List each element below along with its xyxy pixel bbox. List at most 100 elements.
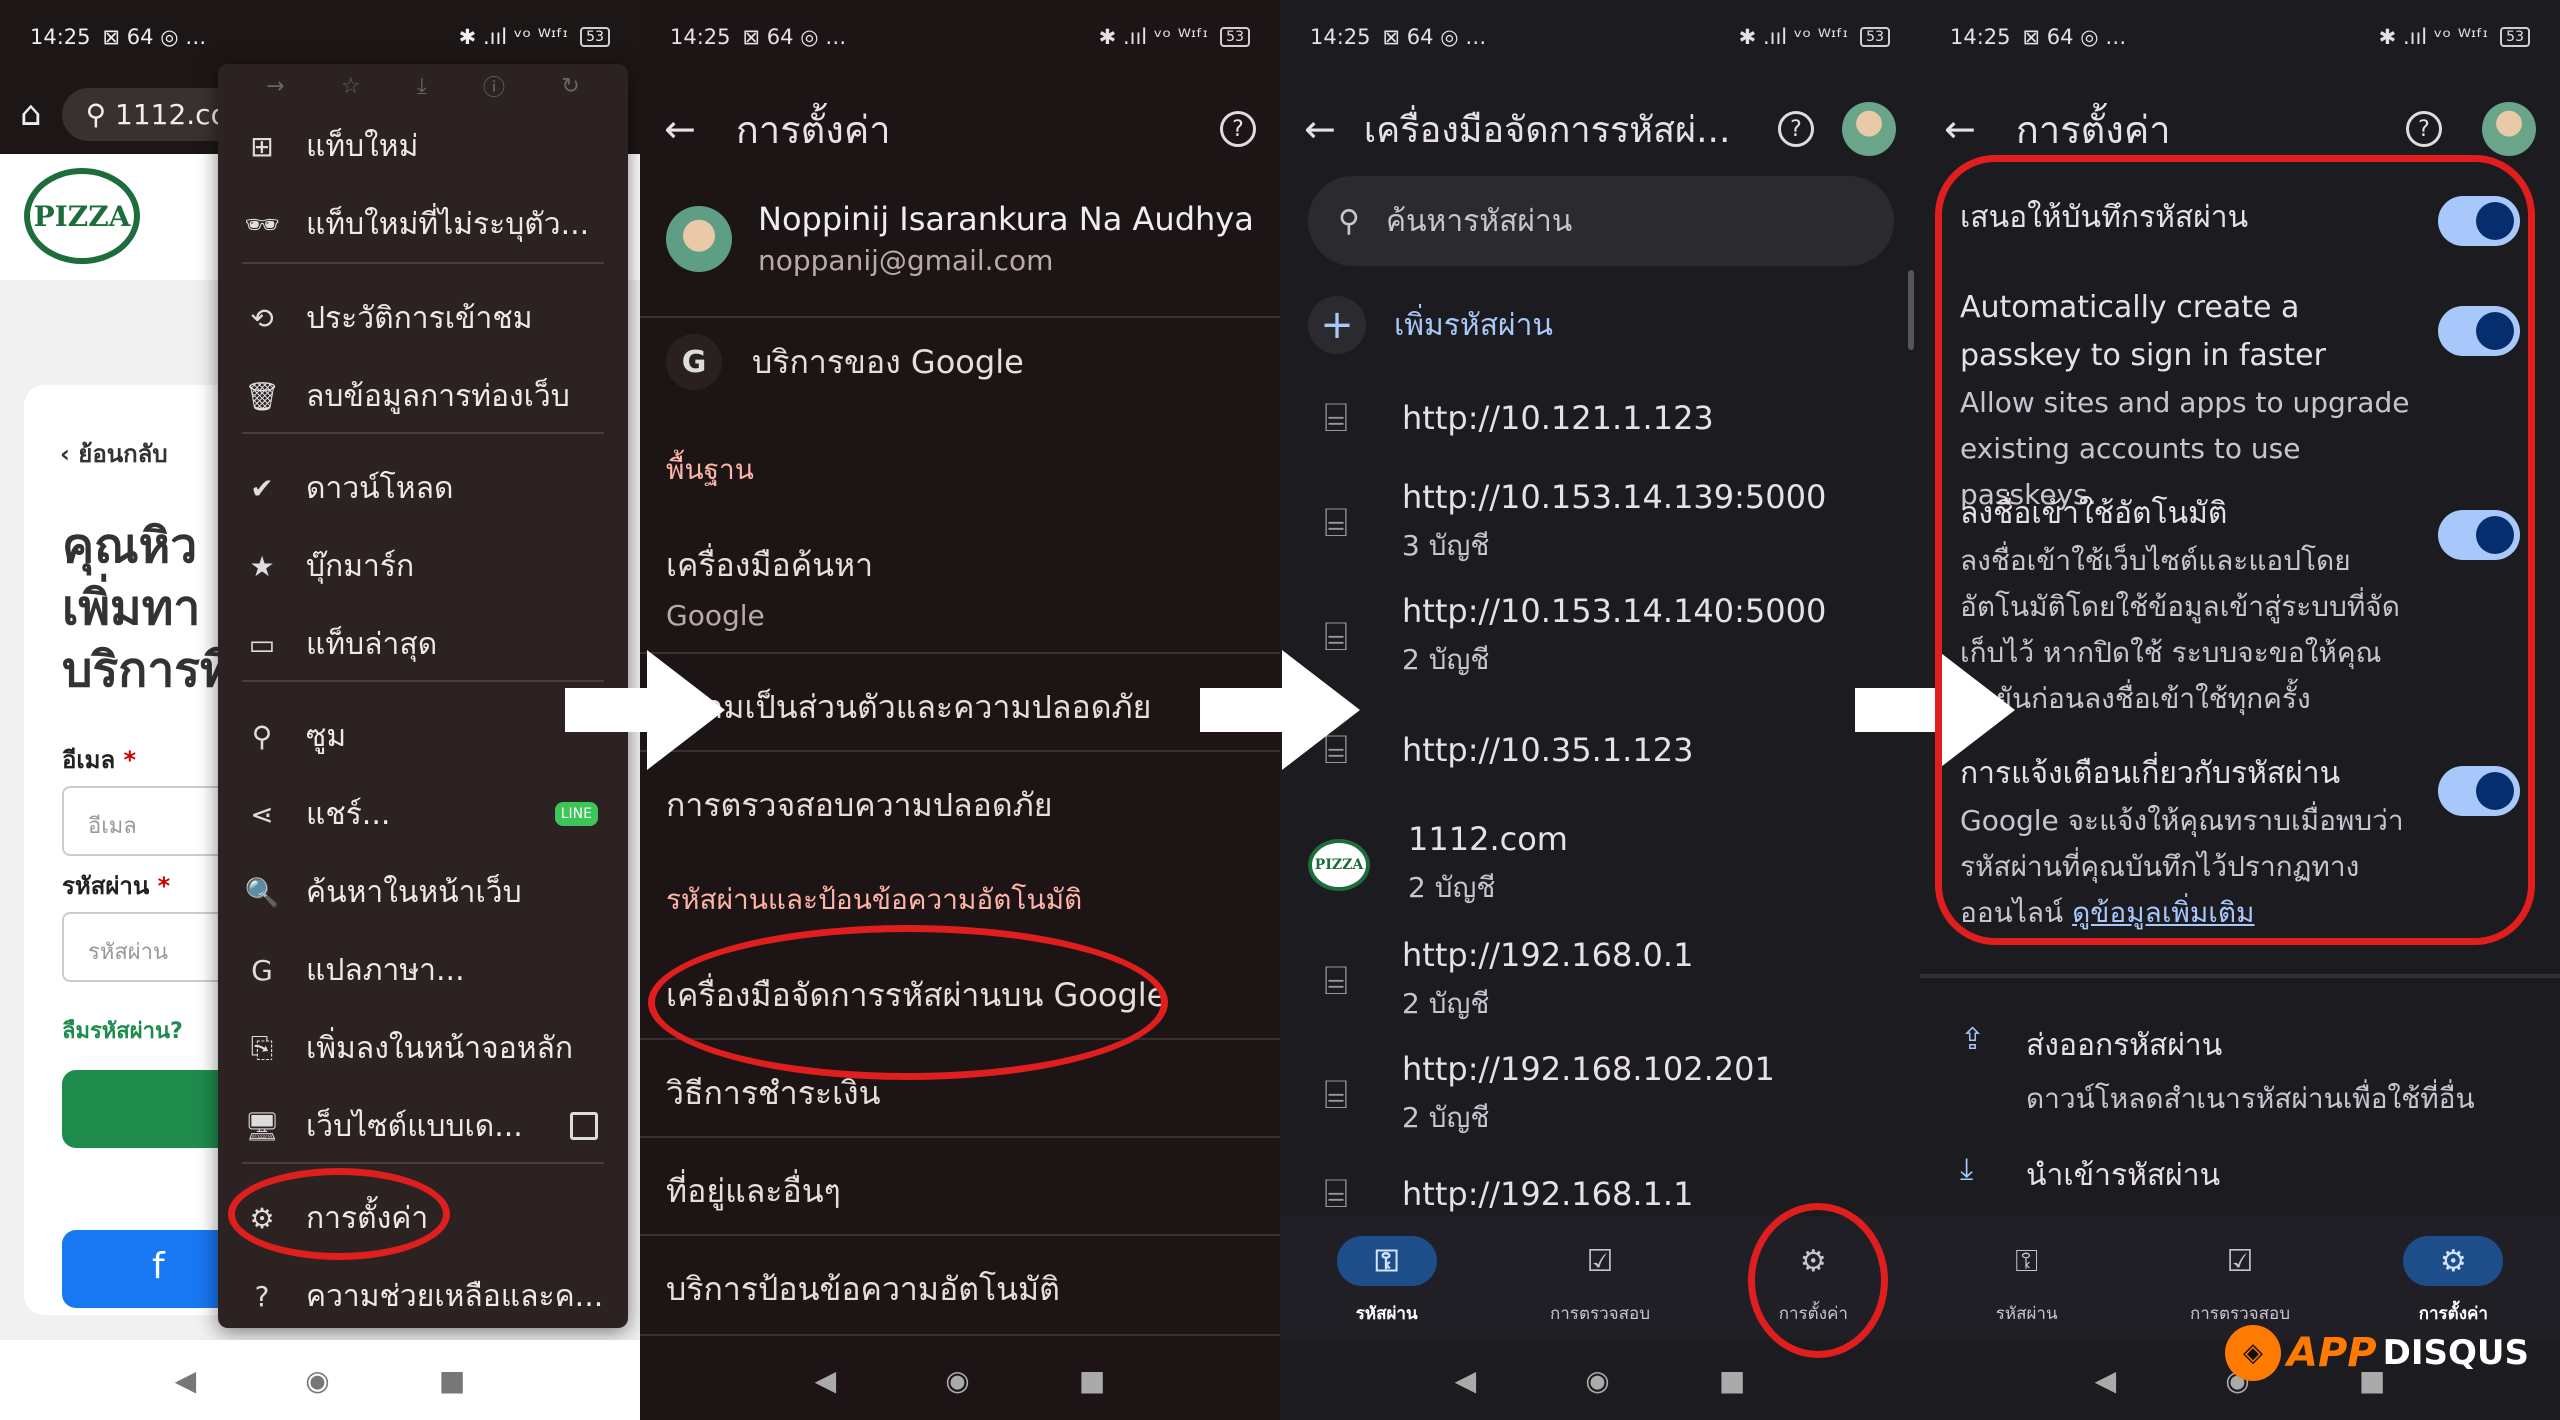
download-page-icon[interactable]: ⤓ bbox=[417, 74, 427, 99]
password-list-item[interactable]: ⌸ http://192.168.1.1 bbox=[1308, 1166, 1693, 1222]
nav-recents-icon[interactable]: ■ bbox=[439, 1364, 465, 1397]
info-icon[interactable]: ⓘ bbox=[483, 70, 505, 102]
nav-recents-icon[interactable]: ■ bbox=[1079, 1364, 1105, 1397]
menu-toolbar: → ☆ ⤓ ⓘ ↻ bbox=[218, 64, 628, 108]
status-time: 14:25 bbox=[670, 25, 731, 49]
history-icon: ⟲ bbox=[250, 301, 274, 335]
menu-item-help[interactable]: ? ความช่วยเหลือและค... bbox=[218, 1258, 628, 1334]
forward-icon[interactable]: → bbox=[266, 74, 284, 99]
account-row[interactable]: Noppinij Isarankura Na Audhya noppanij@g… bbox=[666, 200, 1254, 277]
upload-icon: ⇪ bbox=[1960, 1022, 1986, 1057]
page-title: การตั้งค่า bbox=[2015, 107, 2171, 152]
password-list-item[interactable]: ⌸ http://192.168.0.1 2 บัญชี bbox=[1308, 936, 1693, 1026]
privacy-row[interactable]: ความเป็นส่วนตัวและความปลอดภัย bbox=[640, 682, 1280, 733]
router-icon: ⌸ bbox=[1324, 500, 1348, 546]
nav-home-icon[interactable]: ◉ bbox=[305, 1364, 329, 1397]
password-list-item[interactable]: PIZZA 1112.com 2 บัญชี bbox=[1308, 820, 1568, 910]
menu-item-history[interactable]: ⟲ ประวัติการเข้าชม bbox=[218, 280, 628, 356]
help-icon[interactable]: ? bbox=[1778, 111, 1814, 147]
required-mark: * bbox=[157, 872, 171, 900]
menu-item-translate[interactable]: G แปลภาษา... bbox=[218, 932, 628, 1008]
panel-settings: 14:25 ⊠ 64 ◎ … ✱ .ııl ᵛᵒ ᵂᶦᶠᶦ 53 ← การตั้ง… bbox=[640, 0, 1280, 1420]
checkup-icon: ☑ bbox=[2226, 1243, 2254, 1279]
star-icon: ★ bbox=[249, 549, 275, 583]
home-icon[interactable]: ⌂ bbox=[20, 94, 42, 134]
tab-settings[interactable]: ⚙ การตั้งค่า bbox=[2347, 1216, 2560, 1340]
menu-item-star[interactable]: ★ บุ๊กมาร์ก bbox=[218, 528, 628, 604]
email-label: อีเมล * bbox=[62, 740, 136, 779]
tab-passwords[interactable]: ⚿ รหัสผ่าน bbox=[1280, 1216, 1493, 1340]
line-app-icon[interactable]: LINE bbox=[554, 802, 598, 826]
menu-item-label: แท็บใหม่ที่ไม่ระบุตัว... bbox=[306, 206, 590, 242]
menu-item-download[interactable]: ✔ ดาวน์โหลด bbox=[218, 450, 628, 526]
nav-back-icon[interactable]: ◀ bbox=[2095, 1364, 2117, 1397]
checkup-icon: ☑ bbox=[1586, 1243, 1614, 1279]
app-bar: ← เครื่องมือจัดการรหัสผ่... ? bbox=[1280, 74, 1920, 184]
tab-passwords[interactable]: ⚿ รหัสผ่าน bbox=[1920, 1216, 2133, 1340]
watermark-app: APP bbox=[2287, 1330, 2377, 1376]
status-bar: 14:25 ⊠ 64 ◎ … ✱ .ııl ᵛᵒ ᵂᶦᶠᶦ 53 bbox=[640, 0, 1280, 74]
zoom-icon: ⚲ bbox=[251, 719, 273, 753]
safety-check-row[interactable]: การตรวจสอบความปลอดภัย bbox=[640, 780, 1280, 831]
avatar[interactable] bbox=[2482, 102, 2536, 156]
pizza-logo[interactable]: PIZZA bbox=[24, 168, 140, 264]
password-list-item[interactable]: ⌸ http://10.121.1.123 bbox=[1308, 390, 1714, 446]
export-passwords-row[interactable]: ⇪ ส่งออกรหัสผ่าน ดาวน์โหลดสำเนารหัสผ่านเ… bbox=[1960, 1022, 2475, 1121]
search-engine-row[interactable]: เครื่องมือค้นหา Google bbox=[640, 540, 1280, 632]
menu-item-plus-square[interactable]: ⊞ แท็บใหม่ bbox=[218, 108, 628, 184]
tab-checkup[interactable]: ☑ การตรวจสอบ bbox=[1493, 1216, 1706, 1340]
menu-item-share[interactable]: ⋖ แชร์... LINE bbox=[218, 776, 628, 852]
divider bbox=[640, 1234, 1280, 1236]
desktop-icon: 🖥 bbox=[244, 1109, 280, 1143]
status-time: 14:25 bbox=[1310, 25, 1371, 49]
back-link[interactable]: ‹ ย้อนกลับ bbox=[60, 434, 168, 473]
help-icon[interactable]: ? bbox=[2406, 111, 2442, 147]
password-account-count: 2 บัญชี bbox=[1402, 987, 1490, 1020]
nav-back-icon[interactable]: ◀ bbox=[175, 1364, 197, 1397]
forgot-password-link[interactable]: ลืมรหัสผ่าน? bbox=[62, 1013, 183, 1048]
menu-item-desktop[interactable]: 🖥 เว็บไซต์แบบเด... bbox=[218, 1088, 628, 1164]
menu-item-label: ประวัติการเข้าชม bbox=[306, 300, 533, 336]
recent-tabs-icon: ▭ bbox=[248, 627, 276, 661]
back-arrow-icon[interactable]: ← bbox=[664, 107, 696, 151]
divider bbox=[640, 1136, 1280, 1138]
find-in-page-icon: 🔍 bbox=[244, 875, 280, 909]
menu-item-incognito[interactable]: 🕶 แท็บใหม่ที่ไม่ระบุตัว... bbox=[218, 186, 628, 262]
nav-home-icon[interactable]: ◉ bbox=[1585, 1364, 1609, 1397]
import-title: นำเข้ารหัสผ่าน bbox=[2026, 1158, 2221, 1193]
password-list-item[interactable]: ⌸ http://192.168.102.201 2 บัญชี bbox=[1308, 1050, 1775, 1140]
menu-item-trash[interactable]: 🗑 ลบข้อมูลการท่องเว็บ bbox=[218, 358, 628, 434]
nav-back-icon[interactable]: ◀ bbox=[1455, 1364, 1477, 1397]
help-icon[interactable]: ? bbox=[1220, 111, 1256, 147]
password-list-item[interactable]: ⌸ http://10.153.14.140:5000 2 บัญชี bbox=[1308, 592, 1826, 682]
signal-icon: ✱ .ııl ᵛᵒ ᵂᶦᶠᶦ bbox=[1098, 25, 1209, 49]
autofill-service-row[interactable]: บริการป้อนข้อความอัตโนมัติ bbox=[640, 1264, 1280, 1315]
add-password-button[interactable]: + เพิ่มรหัสผ่าน bbox=[1308, 296, 1553, 354]
desktop-site-checkbox[interactable] bbox=[570, 1112, 598, 1140]
nav-home-icon[interactable]: ◉ bbox=[945, 1364, 969, 1397]
highlight-password-settings bbox=[1935, 155, 2535, 945]
nav-recents-icon[interactable]: ■ bbox=[1719, 1364, 1745, 1397]
refresh-icon[interactable]: ↻ bbox=[561, 74, 579, 99]
addresses-row[interactable]: ที่อยู่และอื่นๆ bbox=[640, 1166, 1280, 1217]
import-passwords-row[interactable]: ⤓ นำเข้ารหัสผ่าน bbox=[1960, 1152, 2220, 1199]
status-bar: 14:25 ⊠ 64 ◎ … ✱ .ııl ᵛᵒ ᵂᶦᶠᶦ 53 bbox=[1920, 0, 2560, 74]
back-arrow-icon[interactable]: ← bbox=[1304, 107, 1336, 151]
search-input[interactable]: ⚲ ค้นหารหัสผ่าน bbox=[1308, 176, 1894, 266]
menu-item-add-to-home[interactable]: ⎘ เพิ่มลงในหน้าจอหลัก bbox=[218, 1010, 628, 1086]
password-list-item[interactable]: ⌸ http://10.35.1.123 bbox=[1308, 722, 1693, 778]
appdisqus-logo-icon: ◈ bbox=[2225, 1325, 2281, 1381]
back-arrow-icon[interactable]: ← bbox=[1944, 107, 1976, 151]
scrollbar[interactable] bbox=[1908, 270, 1914, 350]
nav-back-icon[interactable]: ◀ bbox=[815, 1364, 837, 1397]
password-list-item[interactable]: ⌸ http://10.153.14.139:5000 3 บัญชี bbox=[1308, 478, 1826, 568]
menu-item-find-in-page[interactable]: 🔍 ค้นหาในหน้าเว็บ bbox=[218, 854, 628, 930]
system-nav-bar: ◀ ◉ ■ bbox=[640, 1340, 1280, 1420]
divider bbox=[1920, 974, 2560, 978]
status-time: 14:25 bbox=[30, 25, 91, 49]
google-services-row[interactable]: G บริการของ Google bbox=[666, 334, 1024, 390]
menu-item-label: ลบข้อมูลการท่องเว็บ bbox=[306, 378, 570, 414]
tab-checkup[interactable]: ☑ การตรวจสอบ bbox=[2133, 1216, 2346, 1340]
bookmark-star-icon[interactable]: ☆ bbox=[341, 74, 361, 99]
avatar[interactable] bbox=[1842, 102, 1896, 156]
